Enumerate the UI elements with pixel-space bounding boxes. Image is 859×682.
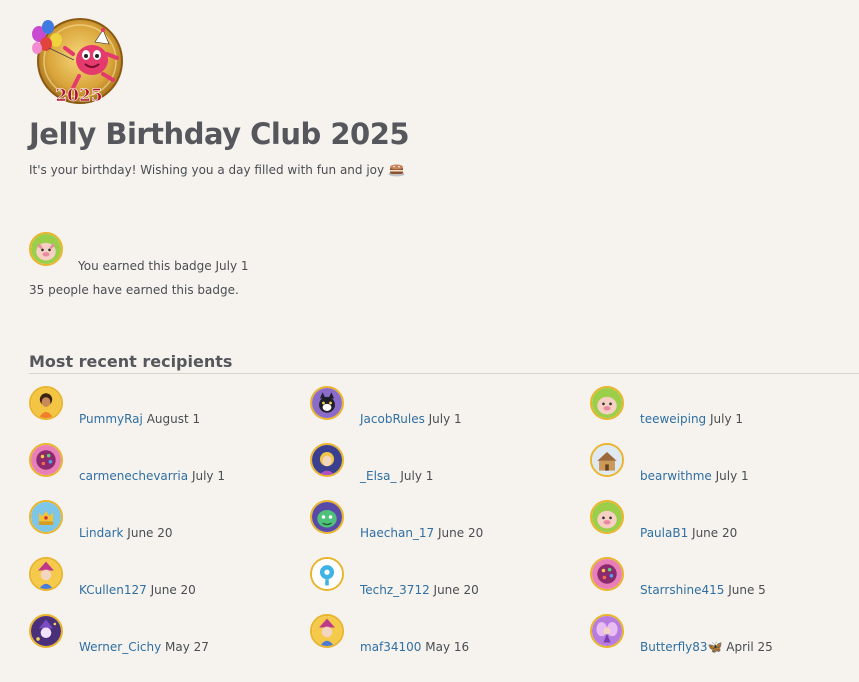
recipient-date: May 16: [421, 640, 470, 654]
recipient-username-link[interactable]: PummyRaj: [79, 412, 143, 426]
recipient-username-link[interactable]: Lindark: [79, 526, 123, 540]
recipient-date: June 20: [429, 583, 479, 597]
recipient-username-link[interactable]: Starrshine415: [640, 583, 724, 597]
recipient-username-link[interactable]: JacobRules: [360, 412, 425, 426]
recipient-text: bearwithme July 1: [640, 469, 749, 483]
recipient-username-link[interactable]: Haechan_17: [360, 526, 434, 540]
recent-recipients-title: Most recent recipients: [29, 352, 233, 371]
recipient-username-link[interactable]: PaulaB1: [640, 526, 688, 540]
recipient-avatar[interactable]: [310, 557, 344, 591]
recipient-text: JacobRules July 1: [360, 412, 462, 426]
recipient-date: May 27: [161, 640, 209, 654]
recipient-text: Starrshine415 June 5: [640, 583, 766, 597]
recipient-text: KCullen127 June 20: [79, 583, 196, 597]
recipient-date: June 20: [688, 526, 738, 540]
recipient-text: PaulaB1 June 20: [640, 526, 737, 540]
recipient-date: July 1: [706, 412, 744, 426]
recipient-avatar[interactable]: [29, 614, 63, 648]
recipient-username-link[interactable]: maf34100: [360, 640, 421, 654]
recipient-item: Lindark June 20: [29, 500, 289, 540]
recipient-avatar[interactable]: [29, 443, 63, 477]
recipient-text: carmenechevarria July 1: [79, 469, 225, 483]
recipient-text: _Elsa_ July 1: [360, 469, 433, 483]
recipient-item: teeweiping July 1: [590, 386, 850, 426]
recipient-date: July 1: [396, 469, 434, 483]
recipient-text: Lindark June 20: [79, 526, 173, 540]
recipient-avatar[interactable]: [590, 614, 624, 648]
recipient-item: Techz_3712 June 20: [310, 557, 570, 597]
recipient-avatar[interactable]: [310, 500, 344, 534]
recipient-item: carmenechevarria July 1: [29, 443, 289, 483]
earned-status: You earned this badge July 1: [29, 232, 429, 273]
recipient-item: Starrshine415 June 5: [590, 557, 850, 597]
recipient-text: Werner_Cichy May 27: [79, 640, 209, 654]
earned-count-text: 35 people have earned this badge.: [29, 283, 239, 297]
recipient-item: Butterfly83🦋 April 25: [590, 614, 850, 654]
recipient-text: Butterfly83🦋 April 25: [640, 640, 773, 654]
recipient-avatar[interactable]: [590, 500, 624, 534]
recipient-item: bearwithme July 1: [590, 443, 850, 483]
recipient-item: Werner_Cichy May 27: [29, 614, 289, 654]
recipient-item: PummyRaj August 1: [29, 386, 289, 426]
recipient-avatar[interactable]: [590, 386, 624, 420]
butterfly-icon: 🦋: [707, 640, 723, 654]
recipient-date: June 20: [123, 526, 173, 540]
recipient-username-link[interactable]: Butterfly83: [640, 640, 708, 654]
recipient-item: PaulaB1 June 20: [590, 500, 850, 540]
recipient-date: April 25: [722, 640, 773, 654]
recipient-date: June 20: [146, 583, 196, 597]
recipient-avatar[interactable]: [590, 557, 624, 591]
badge-description: It's your birthday! Wishing you a day fi…: [29, 162, 405, 177]
recipient-text: PummyRaj August 1: [79, 412, 200, 426]
recipient-text: Haechan_17 June 20: [360, 526, 483, 540]
recipient-item: maf34100 May 16: [310, 614, 570, 654]
recipient-item: _Elsa_ July 1: [310, 443, 570, 483]
recipient-username-link[interactable]: teeweiping: [640, 412, 706, 426]
badge-year-label: 2025: [55, 86, 102, 104]
recipient-date: June 20: [434, 526, 484, 540]
recipient-item: JacobRules July 1: [310, 386, 570, 426]
recipient-avatar[interactable]: [29, 500, 63, 534]
recipient-username-link[interactable]: KCullen127: [79, 583, 147, 597]
recipient-username-link[interactable]: carmenechevarria: [79, 469, 188, 483]
recipient-date: July 1: [424, 412, 462, 426]
recipient-item: Haechan_17 June 20: [310, 500, 570, 540]
recipient-text: teeweiping July 1: [640, 412, 743, 426]
cake-icon: [388, 162, 405, 177]
user-avatar[interactable]: [29, 232, 63, 266]
recipient-username-link[interactable]: _Elsa_: [360, 469, 397, 483]
recipient-avatar[interactable]: [590, 443, 624, 477]
badge-image: 2025: [29, 18, 125, 106]
section-divider: [29, 373, 859, 374]
earned-date-text: You earned this badge July 1: [78, 259, 249, 273]
badge-title: Jelly Birthday Club 2025: [29, 117, 410, 151]
recipient-avatar[interactable]: [310, 443, 344, 477]
recipient-username-link[interactable]: Techz_3712: [360, 583, 430, 597]
recipient-date: July 1: [188, 469, 225, 483]
recipient-date: July 1: [711, 469, 749, 483]
recipient-avatar[interactable]: [29, 386, 63, 420]
recipient-avatar[interactable]: [29, 557, 63, 591]
recipient-item: KCullen127 June 20: [29, 557, 289, 597]
recipient-date: August 1: [142, 412, 201, 426]
recipient-avatar[interactable]: [310, 614, 344, 648]
recipient-username-link[interactable]: bearwithme: [640, 469, 712, 483]
recipient-text: Techz_3712 June 20: [360, 583, 479, 597]
recipient-username-link[interactable]: Werner_Cichy: [79, 640, 161, 654]
recipient-text: maf34100 May 16: [360, 640, 469, 654]
badge-description-text: It's your birthday! Wishing you a day fi…: [29, 162, 385, 177]
recipient-avatar[interactable]: [310, 386, 344, 420]
recipient-date: June 5: [724, 583, 766, 597]
